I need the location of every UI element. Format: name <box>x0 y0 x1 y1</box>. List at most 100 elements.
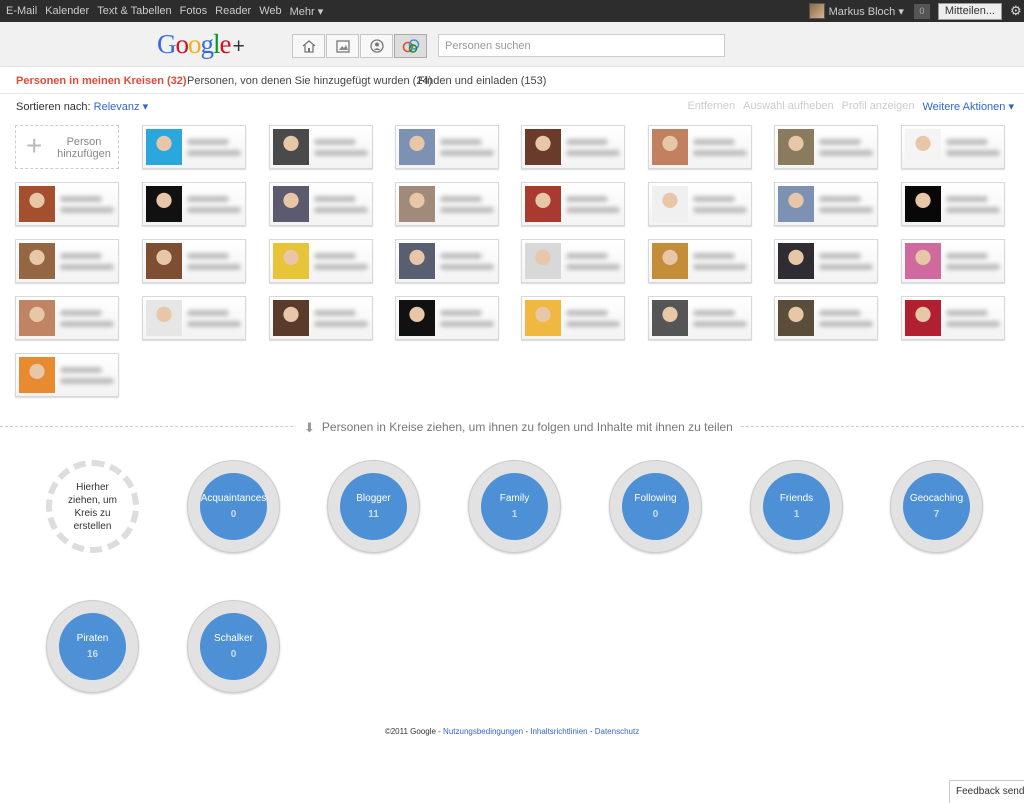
blurred-name <box>566 321 620 327</box>
nav-reader[interactable]: Reader <box>215 5 251 17</box>
profile-icon <box>369 39 384 53</box>
avatar <box>146 300 182 336</box>
share-button[interactable]: Mitteilen... <box>937 2 1002 20</box>
blurred-name <box>440 139 482 145</box>
person-card[interactable] <box>395 182 499 226</box>
blurred-name <box>566 139 608 145</box>
blurred-name <box>566 253 608 259</box>
app-nav <box>292 34 428 58</box>
person-card[interactable] <box>142 182 246 226</box>
circle-acquaintances[interactable]: Acquaintances 0 <box>187 460 280 553</box>
person-card[interactable] <box>142 125 246 169</box>
person-card[interactable] <box>142 296 246 340</box>
person-card[interactable] <box>648 239 752 283</box>
circle-count: 11 <box>368 509 379 520</box>
circle-blogger[interactable]: Blogger 11 <box>327 460 420 553</box>
person-card[interactable] <box>901 125 1005 169</box>
person-card[interactable] <box>395 125 499 169</box>
nav-web[interactable]: Web <box>259 5 281 17</box>
circle-piraten[interactable]: Piraten 16 <box>46 600 139 693</box>
person-card[interactable] <box>269 182 373 226</box>
person-card[interactable] <box>15 353 119 397</box>
avatar <box>19 300 55 336</box>
sort-dropdown[interactable]: Relevanz ▾ <box>94 101 148 113</box>
person-card[interactable] <box>269 125 373 169</box>
tab-in-my-circles[interactable]: Personen in meinen Kreisen (32) <box>16 75 187 87</box>
avatar <box>778 300 814 336</box>
circle-friends[interactable]: Friends 1 <box>750 460 843 553</box>
content-policy-link[interactable]: Inhaltsrichtlinien <box>530 727 587 736</box>
show-profile-button[interactable]: Profil anzeigen <box>842 100 915 113</box>
feedback-button[interactable]: Feedback senden <box>949 780 1024 803</box>
blurred-name <box>314 207 368 213</box>
person-card[interactable] <box>774 182 878 226</box>
circle-schalker[interactable]: Schalker 0 <box>187 600 280 693</box>
person-card[interactable] <box>269 296 373 340</box>
blurred-name <box>60 378 114 384</box>
blurred-name <box>314 196 356 202</box>
person-card[interactable] <box>774 125 878 169</box>
person-card[interactable] <box>774 296 878 340</box>
avatar <box>778 129 814 165</box>
down-arrow-icon: ⬇ <box>304 419 315 435</box>
tab-added-me[interactable]: Personen, von denen Sie hinzugefügt wurd… <box>187 75 432 87</box>
google-plus-logo[interactable]: Google+ <box>157 29 245 60</box>
nav-photos[interactable]: Fotos <box>180 5 208 17</box>
person-card[interactable] <box>648 182 752 226</box>
person-card[interactable] <box>901 296 1005 340</box>
people-search-input[interactable] <box>438 34 725 57</box>
nav-more[interactable]: Mehr ▾ <box>290 5 324 18</box>
photos-button[interactable] <box>326 34 359 58</box>
terms-link[interactable]: Nutzungsbedingungen <box>443 727 523 736</box>
circle-tabs: Personen in meinen Kreisen (32) Personen… <box>0 68 1024 94</box>
circle-geocaching[interactable]: Geocaching 7 <box>890 460 983 553</box>
person-card[interactable] <box>648 296 752 340</box>
person-card[interactable] <box>269 239 373 283</box>
blurred-name <box>314 264 368 270</box>
blurred-name <box>314 150 368 156</box>
person-card[interactable] <box>521 125 625 169</box>
circle-family[interactable]: Family 1 <box>468 460 561 553</box>
person-card[interactable] <box>901 239 1005 283</box>
blurred-name <box>60 264 114 270</box>
person-card[interactable] <box>15 296 119 340</box>
person-card[interactable] <box>648 125 752 169</box>
home-button[interactable] <box>292 34 325 58</box>
avatar <box>652 300 688 336</box>
person-card[interactable] <box>142 239 246 283</box>
circle-name: Schalker <box>214 633 253 644</box>
new-circle-dropzone[interactable]: Hierher ziehen, um Kreis zu erstellen <box>46 460 139 553</box>
gear-icon[interactable]: ⚙ <box>1010 3 1022 19</box>
circles-button[interactable] <box>394 34 427 58</box>
person-card[interactable] <box>521 239 625 283</box>
tab-find-invite[interactable]: Finden und einladen (153) <box>418 75 546 87</box>
add-person-card[interactable]: + Person hinzufügen <box>15 125 119 169</box>
person-card[interactable] <box>15 239 119 283</box>
person-card[interactable] <box>774 239 878 283</box>
user-name-button[interactable]: Markus Bloch ▾ <box>829 5 904 18</box>
notification-count[interactable]: 0 <box>913 3 930 19</box>
profile-button[interactable] <box>360 34 393 58</box>
person-card[interactable] <box>395 296 499 340</box>
nav-docs[interactable]: Text & Tabellen <box>97 5 171 17</box>
person-card[interactable] <box>15 182 119 226</box>
person-card[interactable] <box>395 239 499 283</box>
blurred-name <box>693 310 735 316</box>
blurred-name <box>187 196 229 202</box>
remove-button[interactable]: Entfernen <box>687 100 735 113</box>
circle-following[interactable]: Following 0 <box>609 460 702 553</box>
person-card[interactable] <box>521 182 625 226</box>
person-card[interactable] <box>901 182 1005 226</box>
nav-email[interactable]: E-Mail <box>6 5 37 17</box>
nav-calendar[interactable]: Kalender <box>45 5 89 17</box>
home-icon <box>302 40 315 53</box>
more-actions-dropdown[interactable]: Weitere Aktionen ▾ <box>922 100 1014 113</box>
circle-name: Blogger <box>356 493 391 504</box>
user-avatar[interactable] <box>808 3 825 19</box>
clear-selection-button[interactable]: Auswahl aufheben <box>743 100 834 113</box>
privacy-link[interactable]: Datenschutz <box>595 727 639 736</box>
avatar <box>399 243 435 279</box>
blurred-name <box>187 310 229 316</box>
person-card[interactable] <box>521 296 625 340</box>
avatar <box>273 243 309 279</box>
